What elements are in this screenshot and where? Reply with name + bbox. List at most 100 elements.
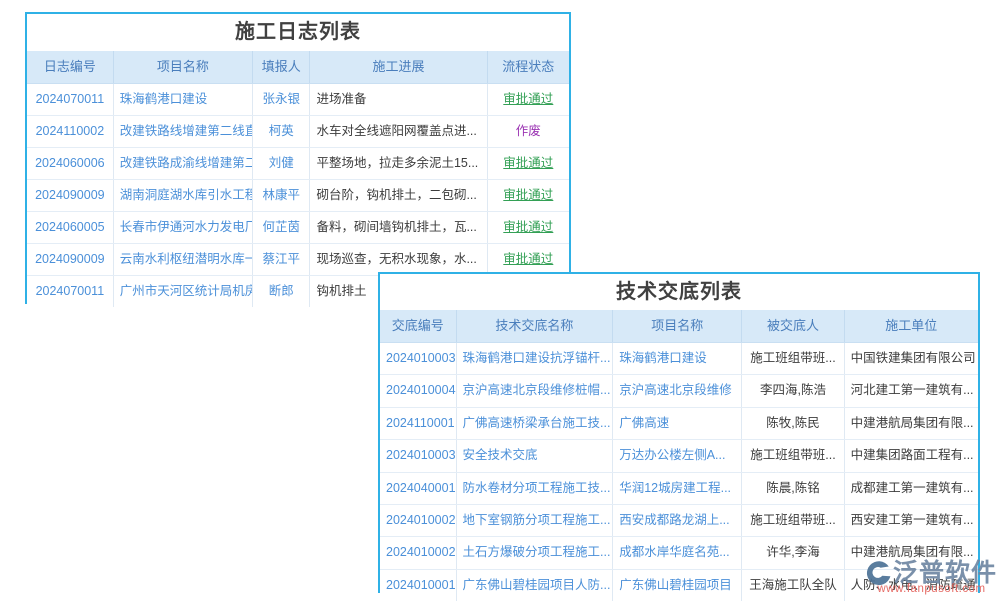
log-id-link[interactable]: 2024090009 <box>27 244 114 275</box>
construction-log-panel: 施工日志列表 日志编号 项目名称 填报人 施工进展 流程状态 202407001… <box>25 12 571 304</box>
project-name-link[interactable]: 广佛高速 <box>613 408 742 439</box>
project-name-link[interactable]: 广州市天河区统计局机房... <box>114 276 253 307</box>
receiver-text: 施工班组带班... <box>742 343 844 374</box>
project-name-link[interactable]: 云南水利枢纽潜明水库一... <box>114 244 253 275</box>
project-name-link[interactable]: 长春市伊通河水力发电厂... <box>114 212 253 243</box>
receiver-text: 李四海,陈浩 <box>742 375 844 406</box>
table-row: 2024010004京沪高速北京段维修桩帽...京沪高速北京段维修李四海,陈浩河… <box>380 375 978 407</box>
project-name-link[interactable]: 万达办公楼左侧A... <box>613 440 742 471</box>
table-row: 2024010003珠海鹤港口建设抗浮锚杆...珠海鹤港口建设施工班组带班...… <box>380 343 978 375</box>
status-badge[interactable]: 作废 <box>488 116 569 147</box>
disclosure-col-header-receiver: 被交底人 <box>742 310 844 342</box>
progress-text: 砌台阶，钩机排土，二包砌... <box>310 180 487 211</box>
project-name-link[interactable]: 改建铁路成渝线增建第二... <box>114 148 253 179</box>
disclosure-col-header-id: 交底编号 <box>380 310 457 342</box>
table-row: 2024010003安全技术交底万达办公楼左侧A...施工班组带班...中建集团… <box>380 440 978 472</box>
project-name-link[interactable]: 改建铁路线增建第二线直... <box>114 116 253 147</box>
disclosure-col-header-name: 技术交底名称 <box>457 310 614 342</box>
log-id-link[interactable]: 2024110002 <box>27 116 114 147</box>
log-id-link[interactable]: 2024070011 <box>27 84 114 115</box>
reporter-link[interactable]: 柯英 <box>253 116 310 147</box>
disclosure-name-link[interactable]: 安全技术交底 <box>457 440 614 471</box>
table-row: 2024060005长春市伊通河水力发电厂...何芷茵备料，砌间墙钩机排土，瓦.… <box>27 212 569 244</box>
disclosure-name-link[interactable]: 土石方爆破分项工程施工... <box>457 537 614 568</box>
status-badge[interactable]: 审批通过 <box>488 244 569 275</box>
disclosure-name-link[interactable]: 地下室钢筋分项工程施工... <box>457 505 614 536</box>
log-col-header-status: 流程状态 <box>488 51 569 83</box>
log-id-link[interactable]: 2024060005 <box>27 212 114 243</box>
log-col-header-progress: 施工进展 <box>310 51 487 83</box>
reporter-link[interactable]: 断郎 <box>253 276 310 307</box>
log-col-header-id: 日志编号 <box>27 51 114 83</box>
disclosure-id-link[interactable]: 2024040001 <box>380 473 457 504</box>
project-name-link[interactable]: 成都水岸华庭名苑... <box>613 537 742 568</box>
disclosure-name-link[interactable]: 珠海鹤港口建设抗浮锚杆... <box>457 343 614 374</box>
unit-text: 河北建工第一建筑有... <box>845 375 978 406</box>
progress-text: 进场准备 <box>310 84 487 115</box>
table-row: 2024070011珠海鹤港口建设张永银进场准备审批通过 <box>27 84 569 116</box>
disclosure-id-link[interactable]: 2024010001 <box>380 570 457 601</box>
log-id-link[interactable]: 2024090009 <box>27 180 114 211</box>
receiver-text: 许华,李海 <box>742 537 844 568</box>
receiver-text: 施工班组带班... <box>742 505 844 536</box>
table-row: 2024040001防水卷材分项工程施工技...华润12城房建工程...陈晨,陈… <box>380 473 978 505</box>
unit-text: 中建集团路面工程有... <box>845 440 978 471</box>
log-id-link[interactable]: 2024070011 <box>27 276 114 307</box>
table-row: 2024090009湖南洞庭湖水库引水工程...林康平砌台阶，钩机排土，二包砌.… <box>27 180 569 212</box>
technical-disclosure-panel: 技术交底列表 交底编号 技术交底名称 项目名称 被交底人 施工单位 202401… <box>378 272 980 593</box>
disclosure-col-header-project: 项目名称 <box>613 310 742 342</box>
disclosure-id-link[interactable]: 2024010003 <box>380 343 457 374</box>
disclosure-name-link[interactable]: 广东佛山碧桂园项目人防... <box>457 570 614 601</box>
project-name-link[interactable]: 珠海鹤港口建设 <box>613 343 742 374</box>
status-badge[interactable]: 审批通过 <box>488 180 569 211</box>
progress-text: 现场巡查，无积水现象，水... <box>310 244 487 275</box>
disclosure-id-link[interactable]: 2024010004 <box>380 375 457 406</box>
table-row: 2024010002地下室钢筋分项工程施工...西安成都路龙湖上...施工班组带… <box>380 505 978 537</box>
project-name-link[interactable]: 西安成都路龙湖上... <box>613 505 742 536</box>
reporter-link[interactable]: 刘健 <box>253 148 310 179</box>
log-panel-title: 施工日志列表 <box>27 14 569 51</box>
project-name-link[interactable]: 广东佛山碧桂园项目 <box>613 570 742 601</box>
receiver-text: 施工班组带班... <box>742 440 844 471</box>
disclosure-id-link[interactable]: 2024010003 <box>380 440 457 471</box>
reporter-link[interactable]: 张永银 <box>253 84 310 115</box>
receiver-text: 陈晨,陈铭 <box>742 473 844 504</box>
progress-text: 平整场地，拉走多余泥土15... <box>310 148 487 179</box>
log-col-header-reporter: 填报人 <box>253 51 310 83</box>
fanpu-url-text: www.fanpusoft.com <box>866 583 997 595</box>
reporter-link[interactable]: 蔡江平 <box>253 244 310 275</box>
progress-text: 备料，砌间墙钩机排土，瓦... <box>310 212 487 243</box>
disclosure-name-link[interactable]: 广佛高速桥梁承台施工技... <box>457 408 614 439</box>
project-name-link[interactable]: 华润12城房建工程... <box>613 473 742 504</box>
disclosure-id-link[interactable]: 2024010002 <box>380 505 457 536</box>
reporter-link[interactable]: 林康平 <box>253 180 310 211</box>
project-name-link[interactable]: 湖南洞庭湖水库引水工程... <box>114 180 253 211</box>
disclosure-panel-title: 技术交底列表 <box>380 274 978 310</box>
log-col-header-project: 项目名称 <box>114 51 253 83</box>
status-badge[interactable]: 审批通过 <box>488 84 569 115</box>
log-table-header-row: 日志编号 项目名称 填报人 施工进展 流程状态 <box>27 51 569 84</box>
progress-text: 水车对全线遮阳网覆盖点进... <box>310 116 487 147</box>
reporter-link[interactable]: 何芷茵 <box>253 212 310 243</box>
fanpusoft-watermark: 泛普软件 www.fanpusoft.com <box>866 560 997 595</box>
disclosure-col-header-unit: 施工单位 <box>845 310 978 342</box>
disclosure-name-link[interactable]: 防水卷材分项工程施工技... <box>457 473 614 504</box>
disclosure-id-link[interactable]: 2024010002 <box>380 537 457 568</box>
receiver-text: 王海施工队全队 <box>742 570 844 601</box>
unit-text: 中国铁建集团有限公司 <box>845 343 978 374</box>
status-badge[interactable]: 审批通过 <box>488 148 569 179</box>
unit-text: 中建港航局集团有限... <box>845 408 978 439</box>
unit-text: 成都建工第一建筑有... <box>845 473 978 504</box>
table-row: 2024060006改建铁路成渝线增建第二...刘健平整场地，拉走多余泥土15.… <box>27 148 569 180</box>
disclosure-id-link[interactable]: 2024110001 <box>380 408 457 439</box>
project-name-link[interactable]: 京沪高速北京段维修 <box>613 375 742 406</box>
receiver-text: 陈牧,陈民 <box>742 408 844 439</box>
status-badge[interactable]: 审批通过 <box>488 212 569 243</box>
log-id-link[interactable]: 2024060006 <box>27 148 114 179</box>
project-name-link[interactable]: 珠海鹤港口建设 <box>114 84 253 115</box>
table-row: 2024110001广佛高速桥梁承台施工技...广佛高速陈牧,陈民中建港航局集团… <box>380 408 978 440</box>
table-row: 2024110002改建铁路线增建第二线直...柯英水车对全线遮阳网覆盖点进..… <box>27 116 569 148</box>
unit-text: 西安建工第一建筑有... <box>845 505 978 536</box>
disclosure-name-link[interactable]: 京沪高速北京段维修桩帽... <box>457 375 614 406</box>
disclosure-table-header-row: 交底编号 技术交底名称 项目名称 被交底人 施工单位 <box>380 310 978 343</box>
